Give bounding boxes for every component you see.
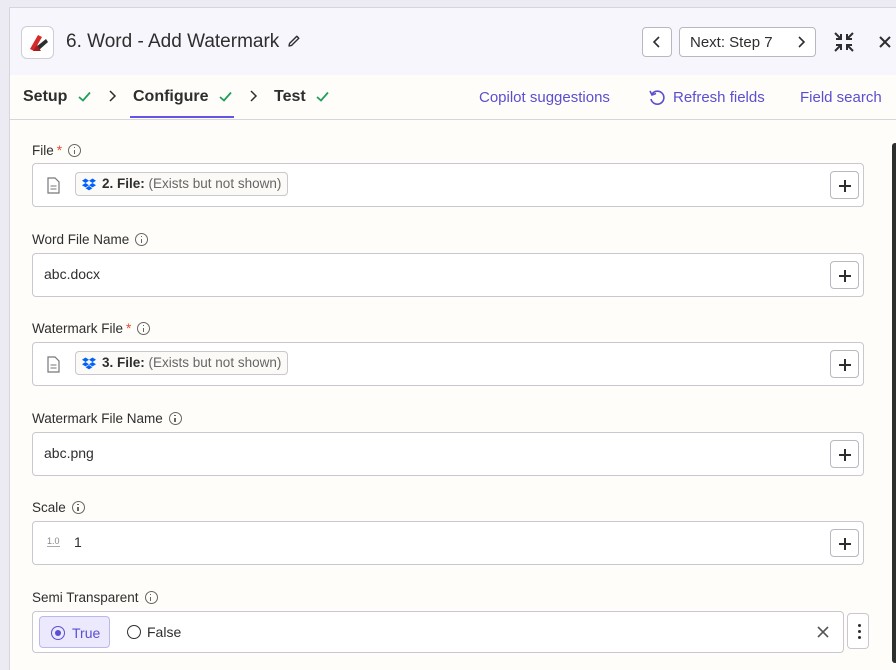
semi-transparent-field: True False: [32, 611, 844, 653]
refresh-fields-link[interactable]: Refresh fields: [673, 89, 765, 106]
dropbox-icon: [82, 357, 96, 370]
word-file-name-field[interactable]: abc.docx: [32, 253, 864, 297]
radio-unselected-icon: [127, 625, 141, 639]
tab-setup[interactable]: Setup: [23, 88, 91, 106]
number-type-icon: 1.0: [47, 536, 60, 547]
watermark-file-name-label: Watermark File Name: [32, 411, 182, 426]
tab-configure-label: Configure: [133, 88, 209, 105]
file-mapped-value-pill[interactable]: 2. File: (Exists but not shown): [75, 172, 289, 196]
info-icon[interactable]: [144, 591, 158, 604]
word-watermark-app-icon: [21, 26, 54, 59]
insert-data-button[interactable]: [830, 529, 859, 557]
clear-icon[interactable]: [816, 625, 830, 639]
option-true-label: True: [72, 625, 101, 641]
check-icon: [316, 91, 329, 102]
semi-transparent-label: Semi Transparent: [32, 590, 158, 605]
file-field[interactable]: 2. File: (Exists but not shown): [32, 163, 864, 207]
watermark-file-name-value: abc.png: [44, 445, 94, 461]
check-icon: [78, 91, 91, 102]
next-step-button[interactable]: Next: Step 7: [679, 27, 816, 57]
field-search-link[interactable]: Field search: [800, 89, 882, 106]
option-true[interactable]: True: [39, 616, 110, 648]
info-icon[interactable]: [68, 144, 82, 157]
document-icon: [47, 356, 60, 373]
radio-selected-icon: [51, 626, 65, 640]
watermark-file-name-field[interactable]: abc.png: [32, 432, 864, 476]
insert-data-button[interactable]: [830, 261, 859, 289]
scrollbar[interactable]: [892, 143, 896, 663]
chevron-left-icon: [652, 36, 660, 48]
insert-data-button[interactable]: [830, 440, 859, 468]
more-options-icon[interactable]: [847, 613, 869, 649]
tab-test-label: Test: [274, 88, 306, 105]
step-tabs: Setup Configure Test Copilot suggestions…: [10, 75, 896, 120]
step-editor-panel: 6. Word - Add Watermark Next: Step 7 Set…: [9, 7, 896, 670]
chevron-right-icon: [798, 36, 806, 48]
copilot-suggestions-link[interactable]: Copilot suggestions: [479, 89, 610, 106]
word-file-name-label: Word File Name: [32, 232, 149, 247]
previous-step-button[interactable]: [642, 27, 672, 57]
collapse-icon[interactable]: [832, 30, 856, 54]
dropbox-icon: [82, 178, 96, 191]
watermark-file-label: Watermark File *: [32, 321, 151, 336]
scale-label: Scale: [32, 500, 85, 515]
info-icon[interactable]: [135, 233, 149, 246]
scale-field[interactable]: 1.0 1: [32, 521, 864, 565]
document-icon: [47, 177, 60, 194]
file-label: File *: [32, 143, 82, 158]
insert-data-button[interactable]: [830, 350, 859, 378]
info-icon[interactable]: [168, 412, 182, 425]
option-false[interactable]: False: [121, 616, 191, 648]
tab-test[interactable]: Test: [274, 88, 329, 106]
step-title: 6. Word - Add Watermark: [66, 31, 280, 52]
scale-value: 1: [74, 534, 82, 550]
tab-setup-label: Setup: [23, 88, 68, 105]
next-step-label: Next: Step 7: [690, 34, 773, 51]
info-icon[interactable]: [71, 501, 85, 514]
insert-data-button[interactable]: [830, 171, 859, 199]
chevron-right-icon: [250, 90, 258, 102]
watermark-file-field[interactable]: 3. File: (Exists but not shown): [32, 342, 864, 386]
refresh-icon[interactable]: [648, 89, 666, 107]
pencil-icon[interactable]: [286, 33, 302, 49]
close-icon[interactable]: [876, 33, 894, 51]
check-icon: [219, 91, 232, 102]
option-false-label: False: [147, 624, 182, 640]
watermark-file-mapped-value-pill[interactable]: 3. File: (Exists but not shown): [75, 351, 289, 375]
active-tab-indicator: [130, 116, 234, 118]
step-header: 6. Word - Add Watermark Next: Step 7: [10, 8, 896, 75]
tab-configure[interactable]: Configure: [133, 88, 232, 106]
info-icon[interactable]: [137, 322, 151, 335]
word-file-name-value: abc.docx: [44, 266, 101, 282]
chevron-right-icon: [109, 90, 117, 102]
